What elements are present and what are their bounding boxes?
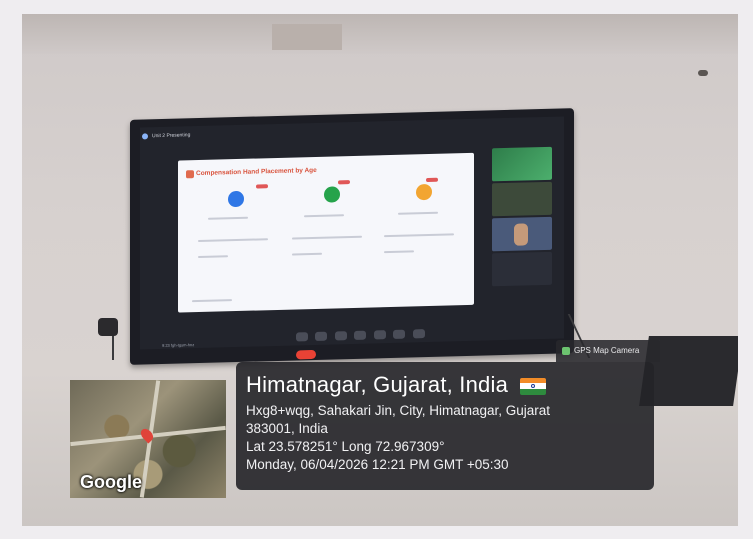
location-info-panel: Himatnagar, Gujarat, India Hxg8+wqg, Sah… [236, 362, 654, 490]
map-thumbnail: Google [70, 380, 226, 498]
end-call-button[interactable] [296, 350, 316, 360]
participant-tile[interactable] [492, 181, 552, 217]
gps-camera-label: GPS Map Camera [574, 346, 640, 355]
slide-title: Compensation Hand Placement by Age [196, 166, 317, 178]
slide-text-line [304, 214, 344, 218]
power-cable [112, 334, 114, 360]
present-button[interactable] [373, 330, 386, 340]
hand-raise-button[interactable] [393, 329, 406, 340]
meeting-icon [142, 133, 148, 140]
gps-camera-icon [562, 346, 570, 355]
camera-button[interactable] [315, 331, 328, 342]
participant-tile[interactable] [492, 216, 552, 252]
slide-text-line [198, 238, 268, 243]
slide-text-line [198, 255, 228, 259]
shared-slide: Compensation Hand Placement by Age [178, 152, 474, 313]
ceiling [22, 14, 738, 54]
meeting-title: Unit 2 Presenting [152, 132, 191, 140]
captions-button[interactable] [334, 331, 347, 341]
slide-text-line [292, 235, 362, 240]
more-options-button[interactable] [412, 329, 425, 339]
wall-fixture [698, 70, 708, 76]
address-line-2: 383001, India [246, 421, 328, 436]
address-line-1: Hxg8+wqg, Sahakari Jin, City, Himatnagar… [246, 403, 551, 418]
location-title-row: Himatnagar, Gujarat, India [246, 372, 644, 398]
meeting-code: 9:23 fgh-tgsm-hnz [162, 342, 195, 348]
participant-tiles [492, 146, 554, 289]
photo-frame: Unit 2 Presenting Compensation Hand Plac… [0, 0, 753, 539]
slide-logo-icon [186, 170, 194, 179]
emoji-button[interactable] [354, 330, 367, 341]
wall-socket [98, 318, 118, 336]
ceiling-beam [272, 24, 342, 50]
participant-video [514, 223, 528, 246]
gps-camera-tag: GPS Map Camera [556, 340, 660, 362]
mic-button[interactable] [296, 332, 308, 342]
call-toolbar [296, 325, 446, 360]
slide-text-line [384, 250, 414, 254]
slide-text-line [208, 216, 248, 220]
google-logo: Google [80, 472, 142, 492]
slide-badge [426, 177, 438, 183]
wall-tv: Unit 2 Presenting Compensation Hand Plac… [130, 108, 574, 365]
video-call-screen: Unit 2 Presenting Compensation Hand Plac… [140, 116, 564, 360]
slide-text-line [192, 299, 232, 303]
slide-badge [256, 184, 268, 189]
user-icon [324, 186, 340, 203]
slide-text-line [384, 233, 454, 238]
india-flag-icon [520, 377, 547, 395]
participant-tile[interactable] [492, 251, 552, 287]
user-icon [228, 190, 244, 208]
participant-tile[interactable] [492, 146, 552, 182]
coordinates: Lat 23.578251° Long 72.967309° [246, 439, 445, 454]
slide-text-line [398, 211, 438, 215]
user-icon [416, 183, 432, 201]
slide-text-line [292, 252, 322, 256]
slide-badge [338, 180, 350, 185]
datetime: Monday, 06/04/2026 12:21 PM GMT +05:30 [246, 457, 509, 472]
location-title: Himatnagar, Gujarat, India [246, 372, 509, 397]
